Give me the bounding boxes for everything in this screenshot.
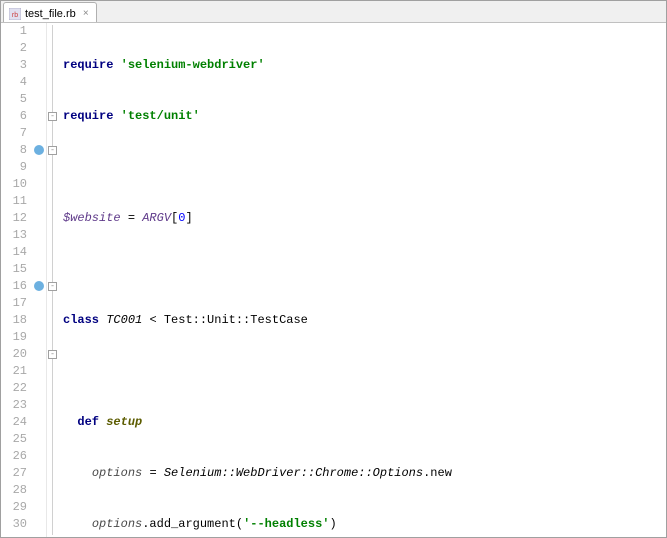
- line-number: 17: [1, 295, 27, 312]
- line-number: 5: [1, 91, 27, 108]
- marker-column: [33, 23, 47, 537]
- code-line[interactable]: def setup: [63, 414, 666, 431]
- code-line[interactable]: [63, 363, 666, 380]
- line-number: 6: [1, 108, 27, 125]
- fold-toggle-icon[interactable]: -: [48, 350, 57, 359]
- line-number: 28: [1, 482, 27, 499]
- line-number: 8: [1, 142, 27, 159]
- code-line[interactable]: $website = ARGV[0]: [63, 210, 666, 227]
- line-number: 19: [1, 329, 27, 346]
- fold-toggle-icon[interactable]: -: [48, 282, 57, 291]
- line-number: 27: [1, 465, 27, 482]
- line-number: 9: [1, 159, 27, 176]
- code-editor[interactable]: 1234567891011121314151617181920212223242…: [1, 23, 666, 537]
- code-line[interactable]: require 'test/unit': [63, 108, 666, 125]
- tab-filename: test_file.rb: [25, 8, 76, 20]
- line-number: 23: [1, 397, 27, 414]
- file-tab[interactable]: rb test_file.rb ×: [3, 2, 97, 22]
- line-number: 25: [1, 431, 27, 448]
- code-line[interactable]: options.add_argument('--headless'): [63, 516, 666, 533]
- fold-toggle-icon[interactable]: -: [48, 112, 57, 121]
- code-line[interactable]: [63, 159, 666, 176]
- line-number: 12: [1, 210, 27, 227]
- code-line[interactable]: [63, 261, 666, 278]
- line-number: 20: [1, 346, 27, 363]
- line-number: 13: [1, 227, 27, 244]
- line-number: 11: [1, 193, 27, 210]
- line-number: 10: [1, 176, 27, 193]
- line-number: 29: [1, 499, 27, 516]
- line-number: 4: [1, 74, 27, 91]
- close-icon[interactable]: ×: [80, 8, 92, 20]
- line-number: 3: [1, 57, 27, 74]
- line-number: 26: [1, 448, 27, 465]
- line-number: 30: [1, 516, 27, 533]
- line-number: 18: [1, 312, 27, 329]
- line-number-gutter: 1234567891011121314151617181920212223242…: [1, 23, 33, 537]
- line-number: 2: [1, 40, 27, 57]
- line-number: 16: [1, 278, 27, 295]
- line-number: 24: [1, 414, 27, 431]
- line-number: 7: [1, 125, 27, 142]
- code-line[interactable]: class TC001 < Test::Unit::TestCase: [63, 312, 666, 329]
- svg-text:rb: rb: [12, 12, 18, 19]
- line-number: 22: [1, 380, 27, 397]
- fold-column: - - - -: [47, 23, 59, 537]
- override-marker-icon[interactable]: [34, 145, 44, 155]
- line-number: 1: [1, 23, 27, 40]
- line-number: 21: [1, 363, 27, 380]
- code-area[interactable]: require 'selenium-webdriver' require 'te…: [59, 23, 666, 537]
- code-line[interactable]: require 'selenium-webdriver': [63, 57, 666, 74]
- code-line[interactable]: options = Selenium::WebDriver::Chrome::O…: [63, 465, 666, 482]
- fold-toggle-icon[interactable]: -: [48, 146, 57, 155]
- line-number: 15: [1, 261, 27, 278]
- ruby-file-icon: rb: [8, 7, 22, 21]
- override-marker-icon[interactable]: [34, 281, 44, 291]
- line-number: 14: [1, 244, 27, 261]
- tab-bar: rb test_file.rb ×: [1, 1, 666, 23]
